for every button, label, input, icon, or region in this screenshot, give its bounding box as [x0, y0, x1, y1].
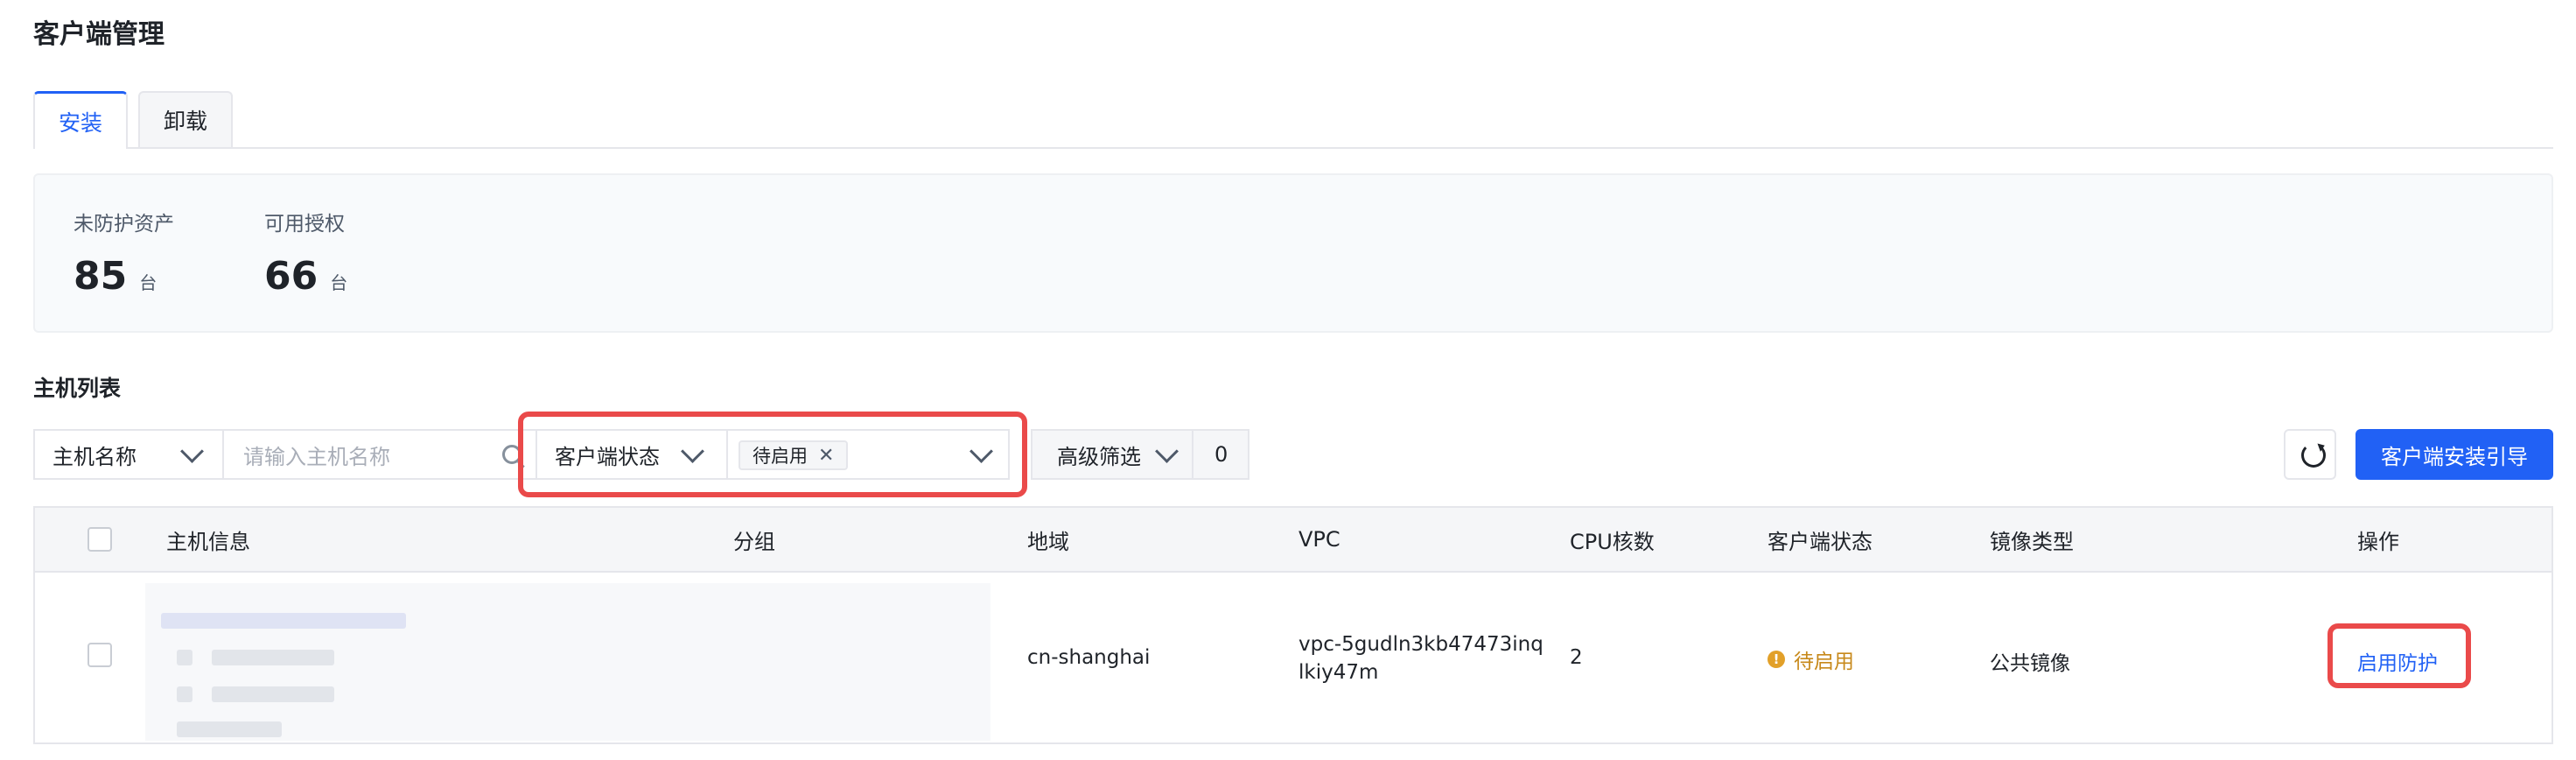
stat-unprotected-assets: 未防护资产 85 台	[74, 207, 174, 299]
host-info-blurred	[145, 583, 990, 741]
stat-label: 未防护资产	[74, 213, 174, 236]
toolbar: 主机名称 请输入主机名称 客户端状态 待启用 ✕ 高级筛选 0 客户端安装引导	[33, 412, 2553, 497]
cell-vpc: vpc-5gudln3kb47473inq lkiy47m	[1298, 630, 1544, 686]
column-header-region: 地域	[1027, 529, 1069, 554]
cell-cpu: 2	[1570, 646, 1583, 669]
column-header-image-type: 镜像类型	[1990, 529, 2074, 554]
refresh-icon	[2301, 443, 2326, 468]
search-input[interactable]: 请输入主机名称	[222, 429, 542, 480]
tab-bar: 安装 卸载	[33, 91, 2553, 149]
column-header-vpc: VPC	[1298, 527, 1340, 552]
cell-image-type: 公共镜像	[1990, 652, 2070, 675]
column-header-host-info: 主机信息	[166, 529, 250, 554]
chevron-down-icon	[180, 440, 204, 463]
stat-value: 85	[74, 254, 128, 299]
tab-uninstall[interactable]: 卸载	[138, 91, 233, 147]
warning-icon: !	[1768, 651, 1785, 668]
status-label: 待启用	[1794, 651, 1854, 673]
stat-value: 66	[264, 254, 318, 299]
stat-available-licenses: 可用授权 66 台	[264, 207, 347, 299]
tab-install[interactable]: 安装	[33, 91, 128, 149]
cell-vpc-line: lkiy47m	[1298, 661, 1379, 684]
highlight-box	[518, 412, 1027, 497]
page-title: 客户端管理	[33, 19, 164, 50]
chevron-down-icon	[1155, 440, 1179, 463]
column-header-group: 分组	[733, 529, 775, 554]
stat-label: 可用授权	[264, 213, 345, 236]
field-select-value: 主机名称	[52, 444, 136, 469]
refresh-button[interactable]	[2284, 429, 2336, 480]
cell-client-status: ! 待启用	[1768, 644, 1854, 674]
column-header-client-status: 客户端状态	[1768, 529, 1872, 554]
cell-vpc-line: vpc-5gudln3kb47473inq	[1298, 633, 1544, 656]
select-all-checkbox[interactable]	[88, 527, 112, 552]
install-guide-button[interactable]: 客户端安装引导	[2356, 429, 2553, 480]
host-table: 主机信息 分组 地域 VPC CPU核数 客户端状态 镜像类型 操作 cn-sh…	[33, 506, 2553, 744]
client-management-page: 客户端管理 安装 卸载 未防护资产 85 台 可用授权 66 台 主机列表 主机…	[0, 0, 2576, 760]
table-header: 主机信息 分组 地域 VPC CPU核数 客户端状态 镜像类型 操作	[35, 508, 2552, 573]
stats-panel: 未防护资产 85 台 可用授权 66 台	[33, 173, 2553, 333]
column-header-cpu: CPU核数	[1570, 529, 1655, 554]
field-select[interactable]: 主机名称	[33, 429, 224, 480]
row-checkbox[interactable]	[88, 643, 112, 667]
search-placeholder: 请输入主机名称	[243, 444, 390, 469]
highlight-box	[2328, 623, 2471, 688]
cell-region: cn-shanghai	[1027, 646, 1151, 669]
stat-unit: 台	[139, 272, 158, 293]
advanced-filter-label: 高级筛选	[1057, 444, 1141, 469]
column-header-actions: 操作	[2357, 529, 2399, 554]
section-title: 主机列表	[33, 376, 122, 401]
advanced-filter-button[interactable]: 高级筛选	[1031, 429, 1194, 480]
advanced-filter-count: 0	[1192, 429, 1250, 480]
stat-unit: 台	[330, 272, 348, 293]
